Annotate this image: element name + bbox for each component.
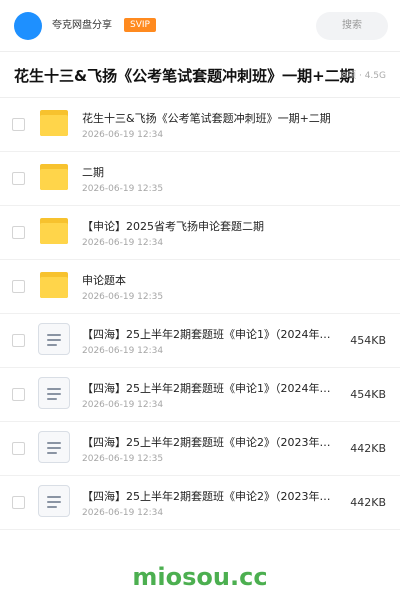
- file-name[interactable]: 申论题本: [82, 274, 334, 288]
- row-checkbox[interactable]: [12, 118, 25, 131]
- row-checkbox[interactable]: [12, 280, 25, 293]
- search-button[interactable]: 搜索: [316, 12, 388, 40]
- row-checkbox[interactable]: [12, 334, 25, 347]
- file-name[interactable]: 花生十三&飞扬《公考笔试套题冲刺班》一期+二期: [82, 112, 334, 126]
- file-list: 花生十三&飞扬《公考笔试套题冲刺班》一期+二期 2026-06-19 12:34 二…: [0, 98, 400, 530]
- avatar[interactable]: [14, 12, 42, 40]
- file-row[interactable]: 【四海】25上半年2期套题班《申论1》（2024年… 2026-06-19 12:…: [0, 314, 400, 368]
- file-date: 2026-06-19 12:34: [82, 346, 164, 356]
- folder-icon: [38, 161, 70, 193]
- folder-icon: [38, 215, 70, 247]
- file-name[interactable]: 【申论】2025省考飞扬申论套题二期: [82, 220, 334, 234]
- file-date: 2026-06-19 12:34: [82, 130, 164, 140]
- file-date: 2026-06-19 12:35: [82, 184, 164, 194]
- file-row[interactable]: 【四海】25上半年2期套题班《申论2》（2023年… 2026-06-19 12:…: [0, 476, 400, 530]
- row-checkbox[interactable]: [12, 226, 25, 239]
- row-checkbox[interactable]: [12, 388, 25, 401]
- folder-icon: [38, 269, 70, 301]
- file-name[interactable]: 二期: [82, 166, 334, 180]
- file-name[interactable]: 【四海】25上半年2期套题班《申论2》（2023年…: [82, 436, 334, 450]
- folder-title-bar: 花生十三&飞扬《公考笔试套题冲刺班》一期+二期 8项 · 4.5G: [0, 52, 400, 98]
- share-header: 夸克网盘分享 SVIP 搜索: [0, 0, 400, 52]
- file-row[interactable]: 花生十三&飞扬《公考笔试套题冲刺班》一期+二期 2026-06-19 12:34: [0, 98, 400, 152]
- file-name[interactable]: 【四海】25上半年2期套题班《申论1》（2024年…: [82, 382, 334, 396]
- row-checkbox[interactable]: [12, 442, 25, 455]
- document-icon: [38, 485, 70, 517]
- file-row[interactable]: 【四海】25上半年2期套题班《申论1》（2024年… 2026-06-19 12:…: [0, 368, 400, 422]
- folder-icon: [38, 107, 70, 139]
- file-date: 2026-06-19 12:34: [82, 400, 164, 410]
- share-source-name: 夸克网盘分享: [52, 20, 112, 31]
- file-name[interactable]: 【四海】25上半年2期套题班《申论2》（2023年…: [82, 490, 334, 504]
- svip-badge: SVIP: [124, 18, 156, 32]
- file-size: 442KB: [350, 442, 386, 455]
- file-row[interactable]: 【四海】25上半年2期套题班《申论2》（2023年… 2026-06-19 12:…: [0, 422, 400, 476]
- file-date: 2026-06-19 12:34: [82, 508, 164, 518]
- file-row[interactable]: 【申论】2025省考飞扬申论套题二期 2026-06-19 12:34: [0, 206, 400, 260]
- document-icon: [38, 431, 70, 463]
- folder-meta: 8项 · 4.5G: [341, 71, 386, 81]
- file-row[interactable]: 申论题本 2026-06-19 12:35: [0, 260, 400, 314]
- file-date: 2026-06-19 12:35: [82, 454, 164, 464]
- file-row[interactable]: 二期 2026-06-19 12:35: [0, 152, 400, 206]
- file-date: 2026-06-19 12:34: [82, 238, 164, 248]
- file-size: 454KB: [350, 388, 386, 401]
- page-title: 花生十三&飞扬《公考笔试套题冲刺班》一期+二期: [14, 67, 355, 85]
- file-size: 454KB: [350, 334, 386, 347]
- watermark: miosou.cc: [132, 563, 268, 591]
- document-icon: [38, 323, 70, 355]
- file-date: 2026-06-19 12:35: [82, 292, 164, 302]
- document-icon: [38, 377, 70, 409]
- row-checkbox[interactable]: [12, 172, 25, 185]
- file-size: 442KB: [350, 496, 386, 509]
- file-name[interactable]: 【四海】25上半年2期套题班《申论1》（2024年…: [82, 328, 334, 342]
- row-checkbox[interactable]: [12, 496, 25, 509]
